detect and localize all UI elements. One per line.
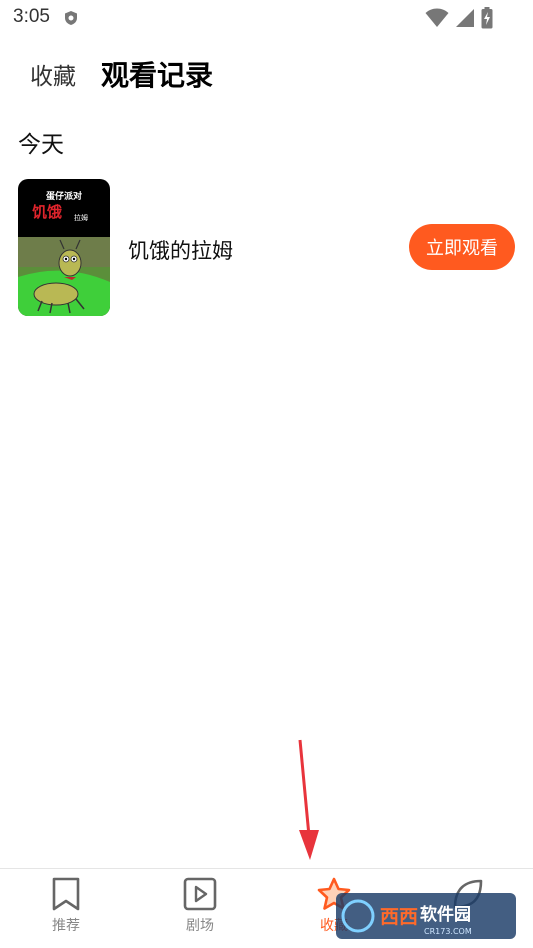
- svg-text:西西: 西西: [380, 906, 418, 928]
- history-list-item[interactable]: 蛋仔派对 饥饿 拉姆 饥饿的拉姆 立即观看: [18, 179, 515, 316]
- cover-title-text: 饥饿: [32, 203, 63, 221]
- nav-item-theater[interactable]: 剧场: [160, 877, 240, 935]
- battery-charging-icon: [481, 7, 493, 33]
- header-tabs: 收藏 观看记录: [30, 52, 213, 96]
- cover-image[interactable]: 蛋仔派对 饥饿 拉姆: [18, 179, 110, 316]
- status-time: 3:05: [13, 6, 50, 27]
- record-title[interactable]: 饥饿的拉姆: [128, 235, 233, 265]
- watermark-logo: 西西 软件园 CR173.COM: [336, 893, 516, 939]
- wifi-icon: [425, 8, 449, 32]
- cover-artwork: [18, 237, 110, 316]
- nav-label-theater: 剧场: [186, 918, 214, 934]
- section-today-label: 今天: [18, 132, 64, 158]
- svg-text:软件园: 软件园: [420, 904, 471, 925]
- watch-now-button[interactable]: 立即观看: [409, 224, 515, 270]
- cover-sub-text: 拉姆: [74, 214, 88, 222]
- status-icons: [425, 7, 493, 33]
- status-bar: 3:05: [0, 0, 533, 36]
- tab-favorites[interactable]: 收藏: [30, 57, 76, 91]
- bookmark-icon: [52, 877, 80, 911]
- play-square-icon: [183, 877, 217, 911]
- svg-text:CR173.COM: CR173.COM: [424, 927, 472, 936]
- shield-icon: [63, 10, 79, 30]
- nav-item-recommend[interactable]: 推荐: [26, 877, 106, 935]
- tab-history[interactable]: 观看记录: [101, 54, 213, 94]
- nav-label-recommend: 推荐: [52, 918, 80, 934]
- signal-icon: [455, 8, 475, 32]
- annotation-arrow: [298, 739, 319, 860]
